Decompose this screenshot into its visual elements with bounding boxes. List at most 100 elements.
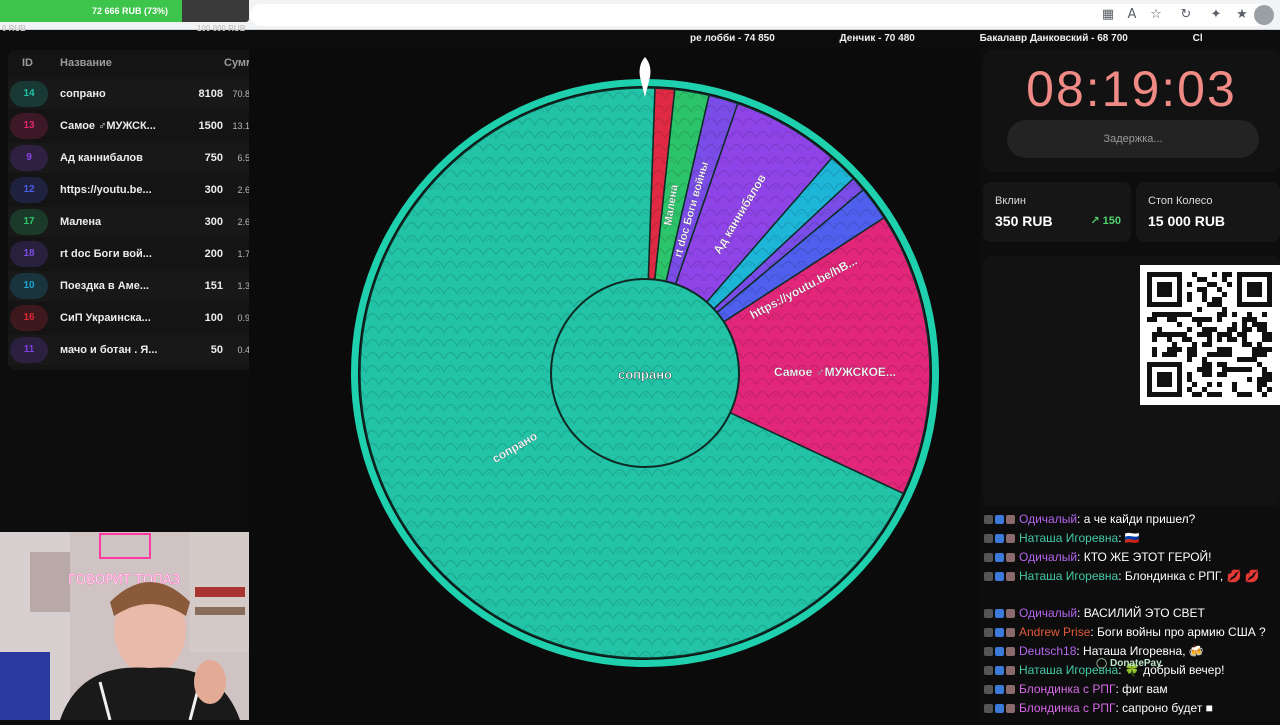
row-id-badge: 12 bbox=[10, 177, 48, 203]
refresh-icon[interactable]: ↻ bbox=[1178, 7, 1194, 23]
webcam-image: ГОВОРИТ ТОПАЗ bbox=[0, 532, 249, 720]
extensions-icon[interactable]: ✦ bbox=[1208, 7, 1224, 23]
badge-icon bbox=[995, 666, 1004, 676]
badge-icon bbox=[995, 609, 1004, 619]
chat-username[interactable]: Deutsch18 bbox=[1019, 644, 1076, 658]
chat-message: Andrew Prise: Боги войны про армию США ? bbox=[984, 623, 1266, 641]
grid-icon[interactable]: ▦ bbox=[1100, 7, 1116, 23]
star-icon[interactable]: ☆ bbox=[1148, 7, 1164, 23]
row-name: Ад каннибалов bbox=[60, 152, 143, 164]
row-sum: 8108 bbox=[198, 88, 223, 100]
slice-label-samoe: Самое ♂МУЖСКОЕ... bbox=[774, 365, 896, 379]
chat-username[interactable]: Одичалый bbox=[1019, 512, 1077, 526]
chat-username[interactable]: Одичалый bbox=[1019, 606, 1077, 620]
badge-icon bbox=[984, 704, 993, 714]
row-name: rt doc Боги вой... bbox=[60, 248, 152, 260]
row-sum: 300 bbox=[204, 184, 223, 196]
chat-text: КТО ЖЕ ЭТОТ ГЕРОЙ! bbox=[1083, 550, 1212, 564]
prize-wheel[interactable]: сопрано сопраноСамое ♂МУЖСКОЕ...https://… bbox=[249, 47, 980, 720]
chat-username[interactable]: Блондинка с РПГ bbox=[1019, 682, 1116, 696]
bet-label: Вклин bbox=[995, 195, 1026, 207]
chat-username[interactable]: Наташа Игоревна bbox=[1019, 531, 1118, 545]
chat-message: Наташа Игоревна: 🇷🇺 bbox=[984, 529, 1140, 547]
row-sum: 100 bbox=[204, 312, 223, 324]
row-id-badge: 14 bbox=[10, 81, 48, 107]
ticker-item: ре лобби - 74 850 bbox=[690, 33, 775, 44]
donatepay-label: ◯ DonatePay bbox=[1096, 658, 1162, 669]
chat-colon: : bbox=[1118, 531, 1125, 545]
chat-colon: : bbox=[1118, 569, 1125, 583]
row-name: https://youtu.be... bbox=[60, 184, 152, 196]
chat-message: Блондинка с РПГ: сапроно будет ■ bbox=[984, 699, 1213, 717]
chat-username[interactable]: Одичалый bbox=[1019, 550, 1077, 564]
progress-max-label: 100 000 RUB bbox=[197, 24, 246, 33]
chat-message: Блондинка с РПГ: фиг вам bbox=[984, 680, 1168, 698]
qr-code-image bbox=[1147, 272, 1272, 397]
translate-icon[interactable]: A bbox=[1124, 7, 1140, 23]
badge-icon bbox=[984, 666, 993, 676]
stop-wheel-label: Стоп Колесо bbox=[1148, 195, 1213, 207]
badge-icon bbox=[1006, 685, 1015, 695]
badge-icon bbox=[984, 572, 993, 582]
row-sum: 750 bbox=[204, 152, 223, 164]
badge-icon bbox=[995, 704, 1004, 714]
badge-icon bbox=[1006, 515, 1015, 525]
row-name: сопрано bbox=[60, 88, 106, 100]
row-id-badge: 10 bbox=[10, 273, 48, 299]
chat-username[interactable]: Andrew Prise bbox=[1019, 625, 1090, 639]
bookmarks-icon[interactable]: ★ bbox=[1234, 7, 1250, 23]
badge-icon bbox=[995, 553, 1004, 563]
ticker-item: Денчик - 70 480 bbox=[839, 33, 915, 44]
chat-colon: : bbox=[1077, 512, 1084, 526]
trend-up-icon: ↗ bbox=[1090, 215, 1103, 227]
row-sum: 200 bbox=[204, 248, 223, 260]
bet-delta-value: 150 bbox=[1102, 215, 1121, 227]
profile-avatar[interactable] bbox=[1254, 5, 1274, 25]
badge-icon bbox=[984, 553, 993, 563]
row-sum: 300 bbox=[204, 216, 223, 228]
badge-icon bbox=[1006, 572, 1015, 582]
row-id-badge: 18 bbox=[10, 241, 48, 267]
chat-panel: Одичалый: а че кайди пришел? Наташа Игоре… bbox=[980, 510, 1280, 720]
badge-icon bbox=[1006, 609, 1015, 619]
row-id-badge: 17 bbox=[10, 209, 48, 235]
donation-progress-bar: 72 666 RUB (73%) bbox=[0, 0, 249, 22]
stop-wheel-card: Стоп Колесо 15 000 RUB bbox=[1136, 182, 1280, 242]
address-bar[interactable] bbox=[250, 4, 1270, 26]
chat-message: Deutsch18: Наташа Игоревна, 🍻 bbox=[984, 642, 1204, 660]
chat-text: сапроно будет ■ bbox=[1122, 701, 1213, 715]
delay-button[interactable]: Задержка... bbox=[1007, 120, 1259, 158]
chat-text: фиг вам bbox=[1122, 682, 1168, 696]
wheel-center-label: сопрано bbox=[618, 367, 672, 382]
badge-icon bbox=[984, 609, 993, 619]
bet-card: Вклин 350 RUB ↗ 150 bbox=[983, 182, 1131, 242]
header-id: ID bbox=[22, 57, 33, 69]
badge-icon bbox=[1006, 647, 1015, 657]
badge-icon bbox=[995, 515, 1004, 525]
badge-icon bbox=[984, 647, 993, 657]
badge-icon bbox=[1006, 553, 1015, 563]
qr-code bbox=[1140, 265, 1280, 405]
chat-username[interactable]: Блондинка с РПГ bbox=[1019, 701, 1116, 715]
chat-text: 🇷🇺 bbox=[1124, 531, 1140, 545]
row-id-badge: 16 bbox=[10, 305, 48, 331]
chat-message: Одичалый: КТО ЖЕ ЭТОТ ГЕРОЙ! bbox=[984, 548, 1212, 566]
badge-icon bbox=[995, 534, 1004, 544]
badge-icon bbox=[984, 628, 993, 638]
badge-icon bbox=[995, 685, 1004, 695]
row-sum: 151 bbox=[204, 280, 223, 292]
chat-username[interactable]: Наташа Игоревна bbox=[1019, 569, 1118, 583]
badge-icon bbox=[995, 628, 1004, 638]
row-name: мачо и ботан . Я... bbox=[60, 344, 158, 356]
chat-text: Боги войны про армию США ? bbox=[1097, 625, 1266, 639]
countdown-timer: 08:19:03 bbox=[1026, 61, 1237, 117]
row-name: СиП Украинска... bbox=[60, 312, 151, 324]
row-id-badge: 9 bbox=[10, 145, 48, 171]
badge-icon bbox=[1006, 666, 1015, 676]
badge-icon bbox=[995, 572, 1004, 582]
bet-delta: ↗ 150 bbox=[1090, 214, 1121, 227]
row-sum: 50 bbox=[210, 344, 223, 356]
wheel-stage: сопрано сопрано Самое ♂МУЖСКОЕ... https://… bbox=[249, 47, 980, 720]
badge-icon bbox=[984, 515, 993, 525]
donatepay-text: DonatePay bbox=[1109, 658, 1162, 669]
